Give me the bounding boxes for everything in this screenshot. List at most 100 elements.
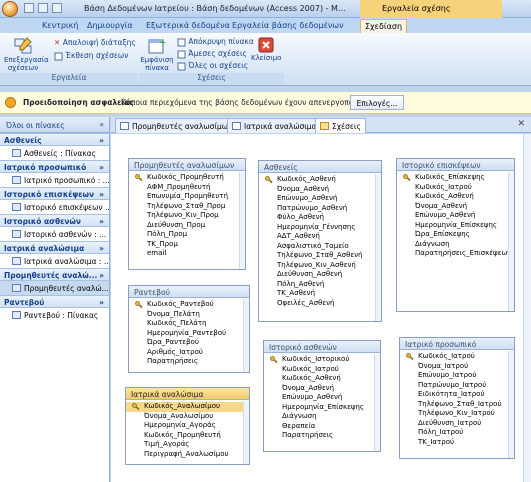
nav-table-item[interactable]: Ραντεβού : Πίνακας	[0, 308, 109, 322]
close-document-icon[interactable]: ✕	[517, 119, 525, 129]
field-row[interactable]: Ειδικότητα_Ιατρού	[400, 390, 514, 400]
field-row[interactable]: Διάγνωση	[264, 412, 380, 422]
primary-key-field[interactable]: Κωδικός_Αναλωσίμου	[126, 402, 249, 412]
field-row[interactable]: Κωδικός_Ιατρού	[264, 365, 380, 375]
field-row[interactable]: Όνομα_Ασθενή	[264, 384, 380, 394]
nav-group[interactable]: Ιατρικά αναλώσιμα»	[0, 241, 109, 254]
field-row[interactable]: Πόλη_Προμ	[129, 230, 245, 240]
nav-table-item[interactable]: Ιατρικό προσωπικό : ...	[0, 173, 109, 187]
table-box-visit-history[interactable]: Ιστορικό επισκέψεων Κωδικός_Επίσκεψης Κωδ…	[396, 158, 515, 312]
field-row[interactable]: Πατρώνυμο_Ασθενή	[259, 204, 381, 214]
field-row[interactable]: Κωδικός_Ασθενή	[397, 192, 514, 202]
field-row[interactable]: Τηλέφωνο_Κιν_Προμ	[129, 211, 245, 221]
tab-create[interactable]: Δημιουργία	[83, 19, 137, 33]
field-row[interactable]: Κωδικός_Προμηθευτή	[126, 431, 249, 441]
field-row[interactable]: Περιγραφή_Αναλωσίμου	[126, 450, 249, 460]
field-row[interactable]: email	[129, 249, 245, 259]
table-scrollbar[interactable]	[508, 351, 514, 458]
field-row[interactable]: Διεύθυνση_Ιατρού	[400, 419, 514, 429]
field-row[interactable]: Φύλο_Ασθενή	[259, 213, 381, 223]
table-box-title[interactable]: Προμηθευτές αναλωσίμων	[129, 159, 245, 171]
nav-group[interactable]: Ιστορικό ασθενών»	[0, 214, 109, 227]
table-box-title[interactable]: Ιατρικό προσωπικό	[400, 338, 514, 350]
table-scrollbar[interactable]	[243, 299, 249, 372]
table-box-suppliers[interactable]: Προμηθευτές αναλωσίμων Κωδικός_Προμηθευτ…	[128, 158, 246, 270]
field-row[interactable]: Όνομα_Ασθενή	[259, 185, 381, 195]
table-box-medical-staff[interactable]: Ιατρικό προσωπικό Κωδικός_Ιατρού Όνομα_Ια…	[399, 337, 515, 459]
field-row[interactable]: Πόλη_Ιατρού	[400, 428, 514, 438]
nav-table-item[interactable]: Ιστορικό ασθενών : ...	[0, 227, 109, 241]
table-scrollbar[interactable]	[374, 354, 380, 451]
doc-tab-suppliers[interactable]: Προμηθευτές αναλωσίμων	[115, 118, 238, 133]
field-row[interactable]: Ώρα_Επίσκεψης	[397, 230, 514, 240]
field-row[interactable]: Οφειλές_Ασθενή	[259, 299, 381, 309]
field-row[interactable]: Ημερομηνία_Αγοράς	[126, 421, 249, 431]
table-box-patient-history[interactable]: Ιστορικό ασθενών Κωδικός_Ιστορικού Κωδικό…	[263, 340, 381, 452]
nav-table-item[interactable]: Προμηθευτές αναλώ...	[0, 281, 109, 295]
doc-tab-supplies[interactable]: Ιατρικά αναλώσιμα	[227, 118, 322, 133]
clear-layout-button[interactable]: ✕ Απαλοιφή διάταξης	[54, 38, 136, 47]
field-row[interactable]: Παρατηρήσεις_Επισκέψεων	[397, 249, 514, 259]
nav-header[interactable]: Όλοι οι πίνακες «	[0, 117, 109, 133]
field-row[interactable]: ΑΦΜ_Προμηθευτή	[129, 183, 245, 193]
nav-group[interactable]: Ιστορικό επισκέψεων»	[0, 187, 109, 200]
field-row[interactable]: Επώνυμο_Ασθενή	[259, 194, 381, 204]
nav-group[interactable]: Ιατρικό προσωπικό»	[0, 160, 109, 173]
primary-key-field[interactable]: Κωδικός_Ασθενή	[259, 175, 381, 185]
nav-table-item[interactable]: Ιστορικό επισκέψεων ...	[0, 200, 109, 214]
direct-relationships-button[interactable]: Άμεσες σχέσεις	[177, 49, 247, 59]
nav-group[interactable]: Ραντεβού»	[0, 295, 109, 308]
field-row[interactable]: Διεύθυνση_Προμ	[129, 221, 245, 231]
table-box-title[interactable]: Ασθενείς	[259, 161, 381, 173]
field-row[interactable]: Πόλη_Ασθενή	[259, 280, 381, 290]
save-icon[interactable]	[24, 3, 34, 13]
field-row[interactable]: Ημερομηνία_Επίσκεψης	[397, 221, 514, 231]
field-row[interactable]: Κωδικός_Ασθενή	[264, 374, 380, 384]
field-row[interactable]: Επώνυμο_Ασθενή	[397, 211, 514, 221]
field-row[interactable]: Επώνυμο_Ιατρού	[400, 371, 514, 381]
field-row[interactable]: Όνομα_Πελάτη	[129, 310, 249, 320]
hide-table-button[interactable]: Απόκρυψη πίνακα	[177, 37, 254, 47]
doc-tab-relationships[interactable]: Σχέσεις	[315, 118, 366, 133]
table-scrollbar[interactable]	[243, 401, 249, 464]
field-row[interactable]: Τηλέφωνο_Σταθ_Ασθενή	[259, 251, 381, 261]
field-row[interactable]: Τιμή_Αγοράς	[126, 440, 249, 450]
table-box-title[interactable]: Ιατρικά αναλώσιμα	[126, 388, 249, 400]
field-row[interactable]: Ημερομηνία_Γέννησης	[259, 223, 381, 233]
nav-table-item[interactable]: Ασθενείς : Πίνακας	[0, 146, 109, 160]
field-row[interactable]: Ασφαλιστικό_Ταμείο	[259, 242, 381, 252]
table-box-title[interactable]: Ραντεβού	[129, 286, 249, 298]
field-row[interactable]: Ημερομηνία_Επίσκεψης	[264, 403, 380, 413]
field-row[interactable]: Τηλέφωνο_Σταθ_Προμ	[129, 202, 245, 212]
tab-external-data[interactable]: Εξωτερικά δεδομένα	[142, 19, 234, 33]
relationship-report-button[interactable]: Έκθεση σχέσεων	[54, 51, 128, 61]
redo-icon[interactable]	[52, 3, 62, 13]
primary-key-field[interactable]: Κωδικός_Ιατρού	[400, 352, 514, 362]
field-row[interactable]: Ώρα_Ραντεβού	[129, 338, 249, 348]
office-button[interactable]	[2, 1, 18, 17]
edit-relationships-button[interactable]: Επεξεργασία σχέσεων	[4, 36, 49, 72]
field-row[interactable]: Όνομα_Αναλωσίμου	[126, 412, 249, 422]
tab-design[interactable]: Σχεδίαση	[360, 19, 408, 33]
show-table-button[interactable]: + Εμφάνιση πίνακα	[140, 36, 174, 72]
security-options-button[interactable]: Επιλογές...	[350, 95, 404, 110]
field-row[interactable]: Κωδικός_Πελάτη	[129, 319, 249, 329]
primary-key-field[interactable]: Κωδικός_Προμηθευτή	[129, 173, 245, 183]
field-row[interactable]: Διάγνωση	[397, 240, 514, 250]
tab-database-tools[interactable]: Εργαλεία βάσης δεδομένων	[228, 19, 348, 33]
field-row[interactable]: Τηλέφωνο_Σταθ_Ιατρού	[400, 400, 514, 410]
table-box-patients[interactable]: Ασθενείς Κωδικός_Ασθενή Όνομα_Ασθενή Επώνυ…	[258, 160, 382, 322]
nav-group[interactable]: Ασθενείς»	[0, 133, 109, 146]
field-row[interactable]: Πατρώνυμο_Ιατρού	[400, 381, 514, 391]
field-row[interactable]: Αριθμός_Ιατρού	[129, 348, 249, 358]
table-box-appointments[interactable]: Ραντεβού Κωδικός_Ραντεβού Όνομα_Πελάτη Κωδ…	[128, 285, 250, 373]
primary-key-field[interactable]: Κωδικός_Ιστορικού	[264, 355, 380, 365]
table-box-title[interactable]: Ιστορικό επισκέψεων	[397, 159, 514, 171]
vertical-scrollbar[interactable]	[523, 134, 531, 482]
table-box-medical-supplies[interactable]: Ιατρικά αναλώσιμα Κωδικός_Αναλωσίμου Όνομ…	[125, 387, 250, 465]
field-row[interactable]: Ημερομηνία_Ραντεβού	[129, 329, 249, 339]
field-row[interactable]: ΤΚ_Προμ	[129, 240, 245, 250]
field-row[interactable]: Τηλέφωνο_Κιν_Ασθενή	[259, 261, 381, 271]
field-row[interactable]: Κωδικός_Ιατρού	[397, 183, 514, 193]
table-scrollbar[interactable]	[239, 172, 245, 269]
